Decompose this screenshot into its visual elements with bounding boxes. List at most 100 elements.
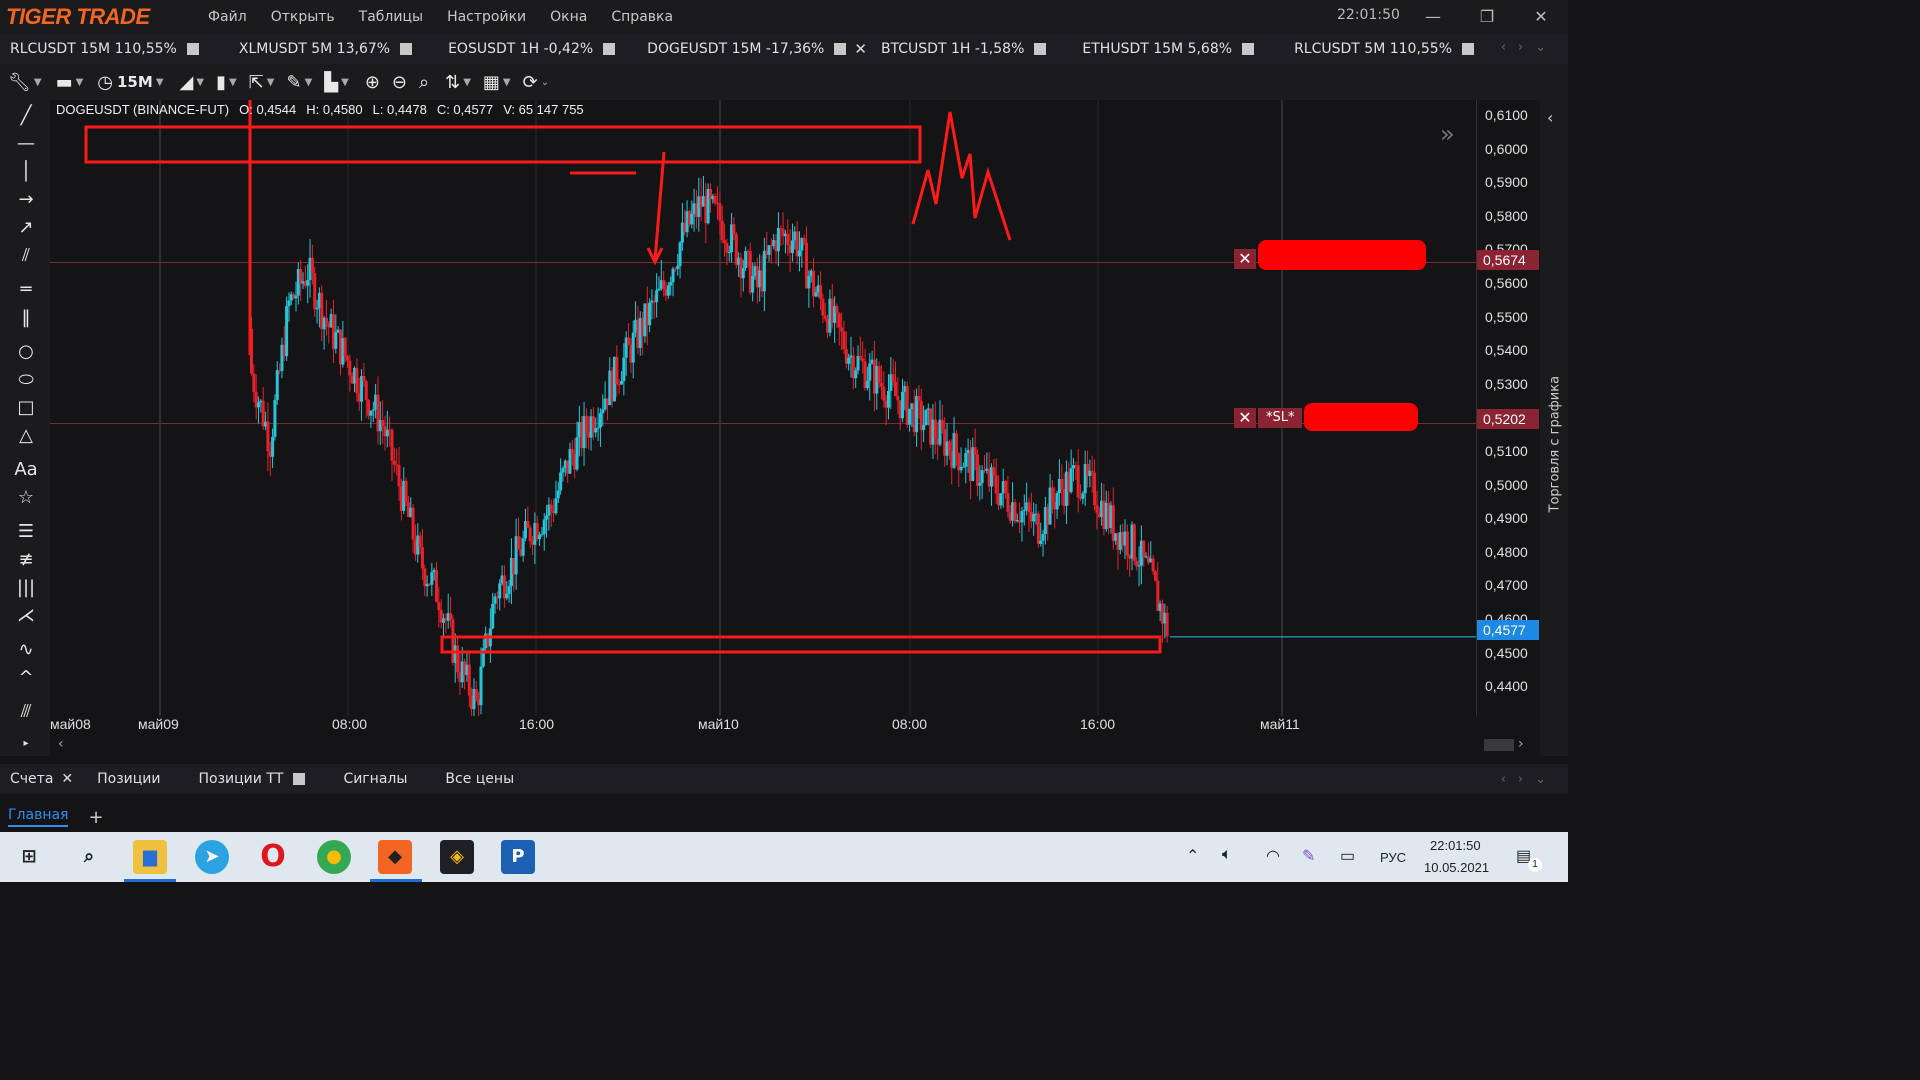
tab-color-square-icon <box>1462 43 1475 55</box>
parallel-lines-tool-icon[interactable]: ═ <box>10 278 42 302</box>
windows-start-icon[interactable]: ⊞ <box>12 840 46 874</box>
tiger-trade-icon[interactable]: ◆ <box>378 840 412 874</box>
open-folder-button[interactable]: ▬ ▼ <box>56 72 84 93</box>
symbol-tab-active[interactable]: DOGEUSDT 15M -17,36% ✕ <box>647 34 867 64</box>
triangle-tool-icon[interactable]: △ <box>10 424 42 448</box>
symbol-tab[interactable]: RLCUSDT 5M 110,55% <box>1294 34 1475 64</box>
zoom-out-button[interactable]: ⊖ <box>392 72 407 93</box>
cancel-order-icon[interactable]: ✕ <box>1234 249 1256 269</box>
candle-body <box>324 317 328 324</box>
ray-tool-icon[interactable]: → <box>10 188 42 212</box>
price-chart[interactable]: DOGEUSDT (BINANCE-FUT) O: 0,4544 H: 0,4580… <box>50 100 1476 716</box>
close-tab-icon[interactable]: ✕ <box>61 771 73 787</box>
battery-icon[interactable]: ▭ <box>1340 846 1355 866</box>
trade-panel-toggle[interactable]: ‹ Торговля с графика <box>1540 100 1568 756</box>
candle-body <box>814 292 818 297</box>
refresh-button[interactable]: ⟳ ⌄ <box>523 72 549 93</box>
tab-scroll-arrows-icon[interactable]: ‹›⌄ <box>1501 772 1558 787</box>
symbol-tab[interactable]: BTCUSDT 1H -1,58% <box>881 34 1047 64</box>
candle-body <box>423 568 427 587</box>
horizontal-line-tool-icon[interactable]: — <box>10 132 42 156</box>
scroll-left-icon[interactable]: ‹ <box>58 736 64 752</box>
symbol-tab[interactable]: EOSUSDT 1H -0,42% <box>448 34 616 64</box>
horizontal-scrollbar[interactable]: ‹ › <box>50 736 1540 756</box>
indicators-button[interactable]: ▮ ▼ <box>216 72 237 93</box>
pen-icon[interactable]: ✎ <box>1302 846 1315 866</box>
scroll-right-icon[interactable]: › <box>1518 736 1524 752</box>
tray-chevron-up-icon[interactable]: ⌃ <box>1186 846 1199 866</box>
ellipse-tool-icon[interactable]: ⬭ <box>10 368 42 392</box>
tab-accounts[interactable]: Счета ✕ <box>0 771 85 787</box>
time-zones-tool-icon[interactable]: ||| <box>10 576 42 600</box>
fib-levels-tool-icon[interactable]: ☰ <box>10 520 42 544</box>
vertical-line-tool-icon[interactable]: │ <box>10 160 42 184</box>
binance-icon[interactable]: ◈ <box>440 840 474 874</box>
cancel-stoploss-icon[interactable]: ✕ <box>1234 408 1256 428</box>
restore-button[interactable]: ❐ <box>1472 4 1502 30</box>
double-chevron-right-icon[interactable]: » <box>1440 120 1455 148</box>
zigzag-tool-icon[interactable]: ^ <box>10 666 42 690</box>
symbol-tab[interactable]: ETHUSDT 15M 5,68% <box>1082 34 1255 64</box>
tab-signals[interactable]: Сигналы <box>331 771 419 787</box>
expand-tools-icon[interactable]: ▸ <box>10 732 42 756</box>
zoom-fit-button[interactable]: ⌕ <box>419 72 429 93</box>
candles-group <box>250 176 1169 716</box>
minimize-button[interactable]: — <box>1418 4 1448 30</box>
star-tool-icon[interactable]: ☆ <box>10 486 42 510</box>
input-language[interactable]: РУС <box>1380 850 1406 865</box>
menu-settings[interactable]: Настройки <box>435 9 538 25</box>
circle-tool-icon[interactable]: ○ <box>10 340 42 364</box>
close-window-button[interactable]: ✕ <box>1526 4 1556 30</box>
tab-positions[interactable]: Позиции <box>85 771 172 787</box>
telegram-icon[interactable]: ➤ <box>195 840 229 874</box>
search-icon[interactable]: ⌕ <box>72 840 106 874</box>
volume-icon[interactable]: 🔈︎ <box>1222 846 1232 864</box>
menu-tables[interactable]: Таблицы <box>347 9 435 25</box>
price-axis[interactable]: 0,61000,60000,59000,58000,57000,56000,55… <box>1476 100 1540 716</box>
arrow-tool-icon[interactable]: ↗ <box>10 216 42 240</box>
vertical-pair-tool-icon[interactable]: ‖ <box>10 306 42 330</box>
scrollbar-thumb[interactable] <box>1484 739 1514 751</box>
calendar-button[interactable]: ▦ ▼ <box>483 72 511 93</box>
wifi-icon[interactable]: ◠ <box>1266 846 1280 866</box>
stoploss-label[interactable]: *SL* <box>1258 408 1302 428</box>
settings-wrench-button[interactable]: 🔧︎ ▼ <box>8 72 42 93</box>
fib-extension-tool-icon[interactable]: ≢ <box>10 548 42 572</box>
add-workspace-button[interactable]: + <box>88 807 103 828</box>
app-window: TIGER TRADE Файл Открыть Таблицы Настрой… <box>0 0 1568 882</box>
chevron-left-icon[interactable]: ‹ <box>1547 108 1553 127</box>
trend-line-tool-icon[interactable]: ╱ <box>10 104 42 128</box>
time-axis[interactable]: май08 май09 08:00 16:00 май10 08:00 16:0… <box>50 716 1476 736</box>
taskbar-date[interactable]: 10.05.2021 <box>1424 860 1489 875</box>
eraser-tool-icon[interactable]: ⫻ <box>10 700 42 724</box>
zoom-in-button[interactable]: ⊕ <box>365 72 380 93</box>
channel-tool-icon[interactable]: ⫽ <box>10 244 42 268</box>
symbol-tab[interactable]: XLMUSDT 5M 13,67% <box>239 34 413 64</box>
tab-positions-tt[interactable]: Позиции ТТ <box>187 771 318 787</box>
polyline-tool-icon[interactable]: ∿ <box>10 638 42 662</box>
cursor-button[interactable]: ⇱ ▼ <box>249 72 275 93</box>
volume-button[interactable]: ▙ ▼ <box>324 72 349 93</box>
close-tab-icon[interactable]: ✕ <box>854 40 867 58</box>
tab-scroll-arrows-icon[interactable]: ‹›⌄ <box>1501 40 1558 55</box>
chart-type-button[interactable]: ◢ ▼ <box>180 72 205 93</box>
opera-icon[interactable]: O <box>256 840 290 874</box>
candle-body <box>275 370 279 401</box>
terminal-p-icon[interactable]: P <box>501 840 535 874</box>
sort-button[interactable]: ⇅ ▼ <box>445 72 471 93</box>
file-explorer-icon[interactable]: ▆ <box>133 840 167 874</box>
menu-file[interactable]: Файл <box>196 9 259 25</box>
menu-open[interactable]: Открыть <box>259 9 347 25</box>
menu-help[interactable]: Справка <box>599 9 685 25</box>
fan-tool-icon[interactable]: ⋌ <box>10 604 42 628</box>
text-tool-icon[interactable]: Aa <box>10 458 42 482</box>
draw-button[interactable]: ✎ ▼ <box>286 72 312 93</box>
rectangle-tool-icon[interactable]: □ <box>10 396 42 420</box>
taskbar-time[interactable]: 22:01:50 <box>1430 838 1481 853</box>
menu-windows[interactable]: Окна <box>538 9 599 25</box>
timeframe-button[interactable]: ◷ 15M ▼ <box>97 72 163 93</box>
tab-all-prices[interactable]: Все цены <box>433 771 526 787</box>
workspace-tab-main[interactable]: Главная <box>8 807 69 827</box>
chrome-icon[interactable]: ● <box>317 840 351 874</box>
symbol-tab[interactable]: RLCUSDT 15M 110,55% <box>10 34 199 64</box>
